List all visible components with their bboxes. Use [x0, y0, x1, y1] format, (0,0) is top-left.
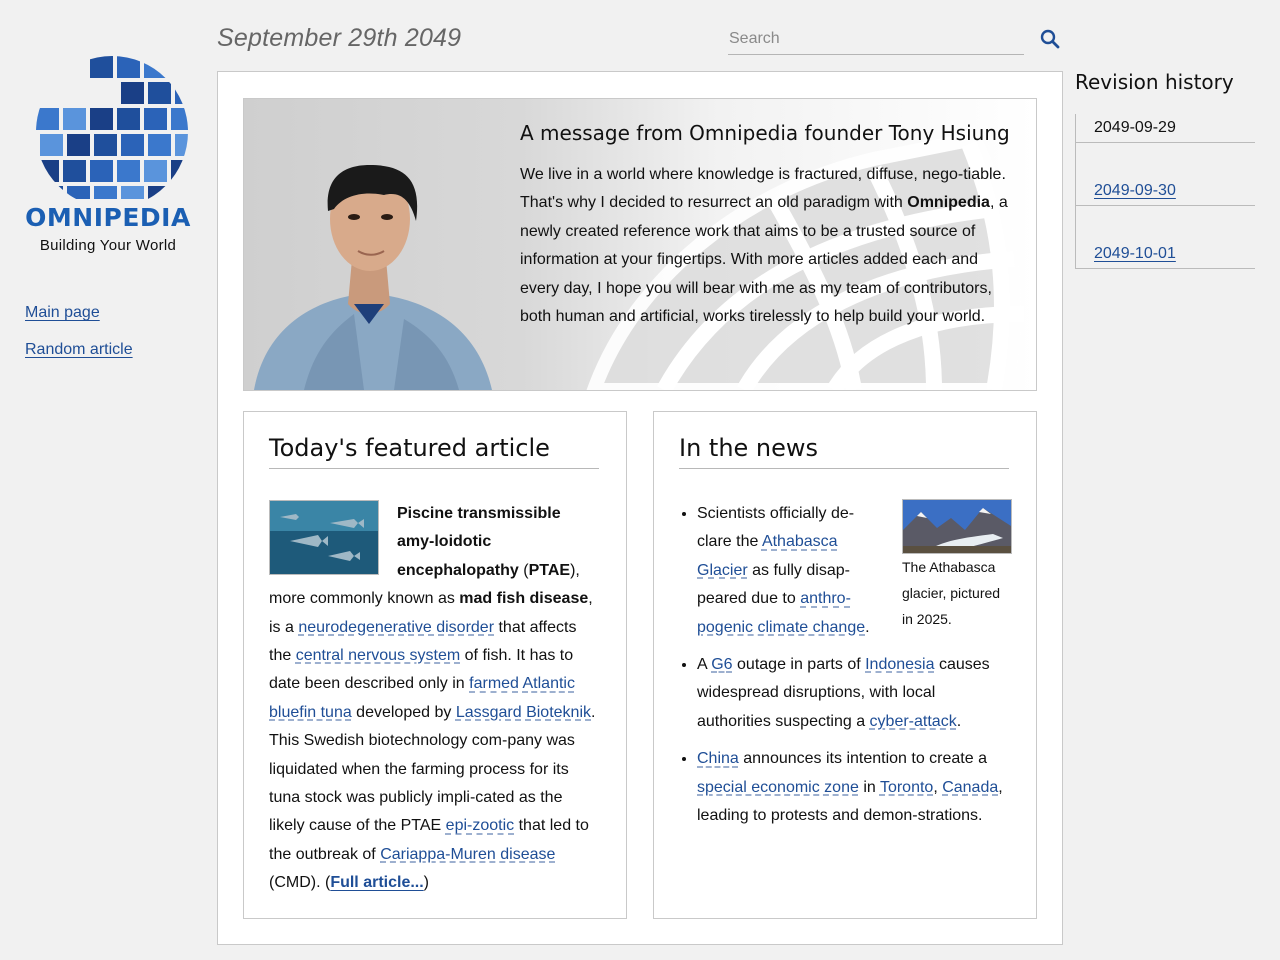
- link-special-economic-zone[interactable]: special economic zone: [697, 779, 859, 796]
- revision-link[interactable]: 2049-10-01: [1094, 245, 1176, 263]
- news-item: A G6 outage in parts of Indonesia causes…: [697, 651, 1012, 736]
- link-neurodegenerative-disorder[interactable]: neurodegenerative disorder: [298, 619, 494, 636]
- nav-main-page[interactable]: Main page: [25, 304, 133, 322]
- full-article-link[interactable]: Full article...: [330, 874, 423, 891]
- link-canada[interactable]: Canada: [942, 779, 998, 796]
- featured-article-body: Piscine transmissible amy-loidotic encep…: [269, 500, 602, 898]
- news-body: The Athabasca glacier, pictured in 2025.…: [679, 499, 1012, 839]
- link-china[interactable]: China: [697, 750, 739, 767]
- omnipedia-bold: Omnipedia: [907, 194, 990, 212]
- athabasca-glacier-image[interactable]: [902, 499, 1012, 554]
- news-item: China announces its intention to create …: [697, 745, 1012, 830]
- page-date: September 29th 2049: [217, 24, 462, 52]
- omnipedia-logo[interactable]: OMNIPEDIA Building Your World: [22, 44, 194, 269]
- news-figure-caption: The Athabasca glacier, pictured in 2025.: [902, 559, 1001, 627]
- in-the-news-heading: In the news: [679, 434, 1009, 469]
- revision-item: 2049-10-01: [1075, 206, 1255, 269]
- news-figure: The Athabasca glacier, pictured in 2025.: [902, 499, 1012, 632]
- featured-article-heading: Today's featured article: [269, 434, 599, 469]
- link-toronto[interactable]: Toronto: [880, 779, 933, 796]
- founder-message-banner: A message from Omnipedia founder Tony Hs…: [243, 98, 1037, 391]
- revision-item-current: 2049-09-29: [1075, 114, 1255, 143]
- nav-random-article[interactable]: Random article: [25, 341, 133, 359]
- featured-article-panel: Today's featured article Piscine transmi…: [243, 411, 627, 919]
- tuna-school-image[interactable]: [269, 500, 379, 575]
- link-epizootic[interactable]: epi-zootic: [446, 817, 514, 834]
- link-cariappa-muren-disease[interactable]: Cariappa-Muren disease: [380, 846, 555, 863]
- sidebar-nav: Main page Random article: [25, 304, 133, 378]
- brand-name: OMNIPEDIA: [25, 203, 191, 232]
- revision-history-heading: Revision history: [1075, 70, 1234, 94]
- link-indonesia[interactable]: Indonesia: [865, 656, 934, 673]
- revision-link[interactable]: 2049-09-30: [1094, 182, 1176, 200]
- revision-history: Revision history 2049-09-29 2049-09-30 2…: [1075, 70, 1255, 269]
- search-icon[interactable]: [1038, 27, 1062, 51]
- founder-portrait: [254, 165, 492, 390]
- link-farmed[interactable]: farmed: [469, 675, 519, 692]
- revision-item: 2049-09-30: [1075, 143, 1255, 206]
- founder-message-text: We live in a world where knowledge is fr…: [520, 166, 1008, 326]
- in-the-news-panel: In the news The Athabasca glacier, pictu…: [653, 411, 1037, 919]
- link-cyber-attack[interactable]: cyber-attack: [870, 713, 957, 730]
- link-lassgard-bioteknik[interactable]: Lassgard Bioteknik: [456, 704, 591, 721]
- main-content: A message from Omnipedia founder Tony Hs…: [217, 71, 1063, 945]
- founder-message-title: A message from Omnipedia founder Tony Hs…: [520, 121, 1010, 145]
- brand-tagline: Building Your World: [39, 237, 177, 254]
- search-input[interactable]: [728, 24, 1024, 55]
- link-g6[interactable]: G6: [711, 656, 732, 673]
- link-central-nervous-system[interactable]: central nervous system: [296, 647, 461, 664]
- globe-logo-icon: [36, 56, 188, 199]
